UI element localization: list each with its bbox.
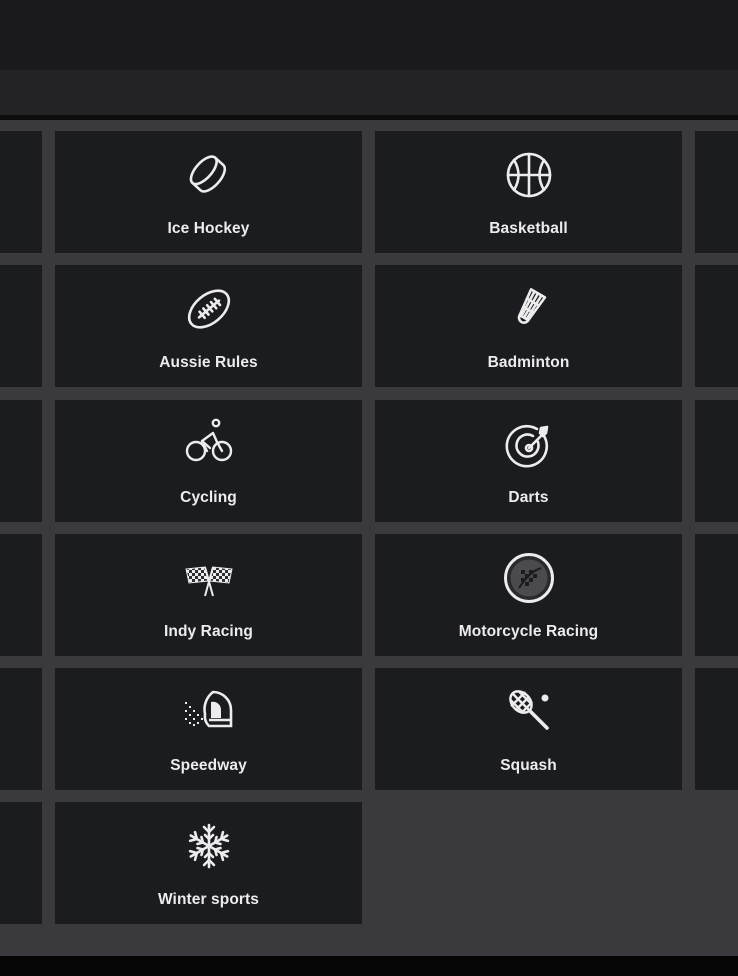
sport-tile-cycling[interactable]: Cycling (55, 400, 362, 522)
sport-label: Motorcycle Racing (458, 623, 599, 640)
sport-tile-ice-hockey[interactable]: Ice Hockey (55, 131, 362, 253)
checkered-flags-icon (183, 552, 235, 604)
sport-tile-partial-left[interactable] (0, 668, 42, 790)
sport-label: Ice Hockey (167, 220, 250, 237)
shuttlecock-icon (503, 283, 555, 335)
sport-label: Winter sports (157, 891, 260, 908)
sport-tile-partial-left[interactable] (0, 400, 42, 522)
sport-tile-badminton[interactable]: Badminton (375, 265, 682, 387)
sport-tile-partial-right[interactable] (695, 131, 738, 253)
sport-label: Squash (500, 757, 557, 774)
helmet-icon (183, 686, 235, 738)
sport-tile-speedway[interactable]: Speedway (55, 668, 362, 790)
sport-label: Aussie Rules (159, 354, 258, 371)
top-header-bar (0, 0, 738, 70)
sport-label: Darts (508, 489, 549, 506)
sport-tile-indy-racing[interactable]: Indy Racing (55, 534, 362, 656)
sport-tile-partial-right[interactable] (695, 534, 738, 656)
sport-tile-partial-left[interactable] (0, 265, 42, 387)
sport-tile-motorcycle-racing[interactable]: Motorcycle Racing (375, 534, 682, 656)
sport-label: Badminton (487, 354, 570, 371)
sport-tile-partial-right[interactable] (695, 400, 738, 522)
sport-tile-aussie-rules[interactable]: Aussie Rules (55, 265, 362, 387)
basketball-icon (503, 149, 555, 201)
sport-tile-squash[interactable]: Squash (375, 668, 682, 790)
snowflake-icon (183, 820, 235, 872)
sport-label: Speedway (170, 757, 247, 774)
sport-tile-basketball[interactable]: Basketball (375, 131, 682, 253)
sport-tile-winter-sports[interactable]: Winter sports (55, 802, 362, 924)
sport-label: Indy Racing (164, 623, 253, 640)
dartboard-icon (503, 418, 555, 470)
sports-grid: Ice Hockey Basketball Aussie Rules Badmi… (0, 120, 738, 956)
sub-navigation-bar (0, 70, 738, 115)
sport-tile-partial-right[interactable] (695, 668, 738, 790)
sport-tile-partial-right[interactable] (695, 265, 738, 387)
aussie-rules-ball-icon (183, 283, 235, 335)
sport-label: Basketball (489, 220, 568, 237)
sport-tile-darts[interactable]: Darts (375, 400, 682, 522)
bottom-bar (0, 956, 738, 976)
sport-tile-partial-left[interactable] (0, 534, 42, 656)
squash-racket-icon (503, 686, 555, 738)
cyclist-icon (183, 418, 235, 470)
sport-label: Cycling (180, 489, 237, 506)
sport-tile-partial-left[interactable] (0, 131, 42, 253)
sport-tile-partial-left[interactable] (0, 802, 42, 924)
race-badge-icon (503, 552, 555, 604)
hockey-puck-icon (183, 149, 235, 201)
